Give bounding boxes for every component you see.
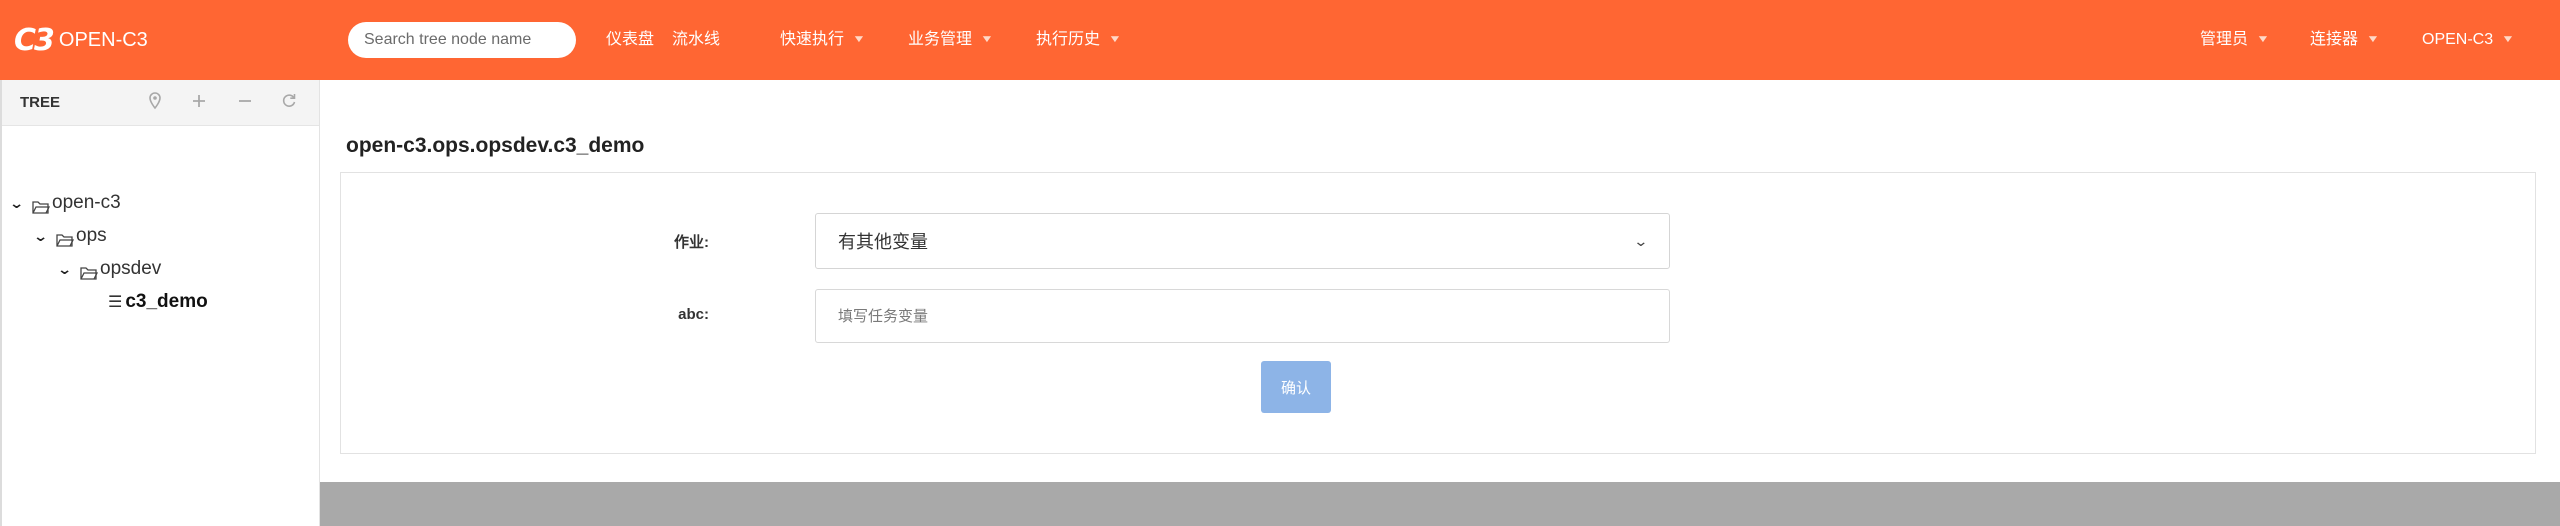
tree-node-label: open-c3 [52, 192, 121, 213]
tree-node-opsdev[interactable]: ⌄ opsdev [57, 255, 162, 283]
tree-search-input[interactable] [348, 22, 576, 58]
nav-pipeline[interactable]: 流水线 [672, 22, 720, 58]
nav-connector[interactable]: 连接器 ▼ [2310, 22, 2380, 58]
abc-input[interactable] [815, 289, 1670, 343]
tree-panel: TREE ⌄ open-c3 ⌄ ops ⌄ opsdev ☰ c3_demo [0, 80, 320, 526]
location-icon[interactable] [144, 92, 166, 114]
page-title: open-c3.ops.opsdev.c3_demo [346, 134, 645, 157]
logo-text: OPEN-C3 [58, 28, 148, 51]
main-content: open-c3.ops.opsdev.c3_demo 作业: 有其他变量 ⌄ a… [320, 80, 2560, 482]
nav-history-label: 执行历史 [1036, 31, 1101, 48]
tree-node-open-c3[interactable]: ⌄ open-c3 [9, 189, 121, 217]
job-select[interactable]: 有其他变量 ⌄ [815, 213, 1670, 269]
tree-node-label: opsdev [100, 258, 162, 279]
nav-business-label: 业务管理 [908, 31, 973, 48]
nav-user-menu[interactable]: OPEN-C3 ▼ [2422, 22, 2516, 58]
minus-icon[interactable] [234, 92, 256, 114]
nav-business[interactable]: 业务管理 ▼ [908, 22, 994, 58]
tree-panel-header: TREE [2, 80, 319, 126]
add-icon[interactable] [188, 92, 210, 114]
nav-user-menu-label: OPEN-C3 [2422, 31, 2494, 48]
footer-band [320, 482, 2560, 526]
nav-quick-exec-label: 快速执行 [780, 31, 845, 48]
top-navigation-bar: C3 OPEN-C3 仪表盘 流水线 快速执行 ▼ 业务管理 ▼ 执行历史 ▼ … [0, 0, 2560, 80]
nav-quick-exec[interactable]: 快速执行 ▼ [780, 22, 866, 58]
tree-node-ops[interactable]: ⌄ ops [33, 222, 107, 250]
folder-open-icon [80, 264, 99, 280]
chevron-down-icon: ▼ [980, 34, 994, 45]
list-icon: ☰ [108, 294, 123, 311]
nav-admin[interactable]: 管理员 ▼ [2200, 22, 2270, 58]
tree-node-label: c3_demo [125, 291, 208, 312]
nav-connector-label: 连接器 [2310, 31, 2359, 48]
nav-admin-label: 管理员 [2200, 31, 2249, 48]
chevron-down-icon: ⌄ [1633, 232, 1649, 249]
refresh-icon[interactable] [278, 92, 300, 114]
tree-title: TREE [20, 94, 61, 111]
tree-node-c3-demo[interactable]: ☰ c3_demo [108, 288, 208, 316]
chevron-down-icon: ▼ [1108, 34, 1122, 45]
chevron-down-icon: ▼ [2501, 34, 2516, 45]
abc-label: abc: [678, 306, 709, 323]
tree-node-label: ops [76, 225, 107, 246]
job-label: 作业: [674, 234, 709, 251]
nav-history[interactable]: 执行历史 ▼ [1036, 22, 1122, 58]
confirm-button[interactable]: 确认 [1261, 361, 1331, 413]
job-form-card: 作业: 有其他变量 ⌄ abc: 确认 [340, 172, 2536, 454]
folder-open-icon [56, 231, 75, 247]
logo-mark: C3 [14, 22, 55, 58]
nav-dashboard[interactable]: 仪表盘 [606, 22, 654, 58]
nav-dashboard-label: 仪表盘 [606, 31, 655, 48]
app-logo[interactable]: C3 OPEN-C3 [14, 22, 148, 58]
folder-open-icon [32, 198, 51, 214]
job-select-value: 有其他变量 [838, 232, 928, 252]
nav-pipeline-label: 流水线 [672, 31, 721, 48]
chevron-down-icon: ▼ [2366, 34, 2380, 45]
chevron-down-icon: ▼ [2256, 34, 2270, 45]
chevron-down-icon: ▼ [852, 34, 866, 45]
